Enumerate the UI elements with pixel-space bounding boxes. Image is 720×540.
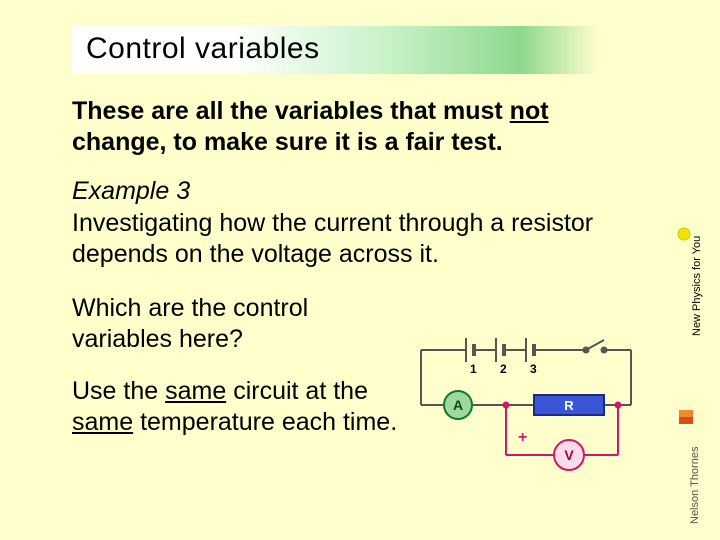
answer-same2: same [72,408,133,436]
logo-nelson-thornes: Nelson Thornes [674,408,714,528]
question-text: Which are the control variables here? [72,293,392,354]
intro-line2: change, to make sure it is a fair test. [72,128,503,156]
ammeter-label: A [453,397,463,413]
intro-not: not [510,97,549,125]
voltmeter-label: V [564,447,574,463]
cell-label-3: 3 [530,362,537,376]
answer-a: Use the [72,377,165,405]
plus-label: + [518,429,527,446]
logo-bottom-text: Nelson Thornes [689,446,701,524]
answer-c: temperature each time. [133,408,397,436]
example-label: Example 3 [72,177,664,206]
intro-line1a: These are all the variables that must [72,97,510,125]
circuit-diagram: 1 2 3 A R V + [406,330,646,485]
title-bar: Control variables [72,26,600,74]
resistor-label: R [564,398,574,413]
answer-same1: same [165,377,226,405]
slide: Control variables These are all the vari… [0,0,720,540]
logo-top-text: New Physics for You [691,236,703,336]
answer-b: circuit at the [226,377,368,405]
page-title: Control variables [86,32,586,66]
example-text: Investigating how the current through a … [72,208,652,269]
cell-label-2: 2 [500,362,507,376]
cell-label-1: 1 [470,362,477,376]
intro-block: These are all the variables that must no… [72,96,632,157]
logo-physics-for-you: New Physics for You [674,222,714,340]
